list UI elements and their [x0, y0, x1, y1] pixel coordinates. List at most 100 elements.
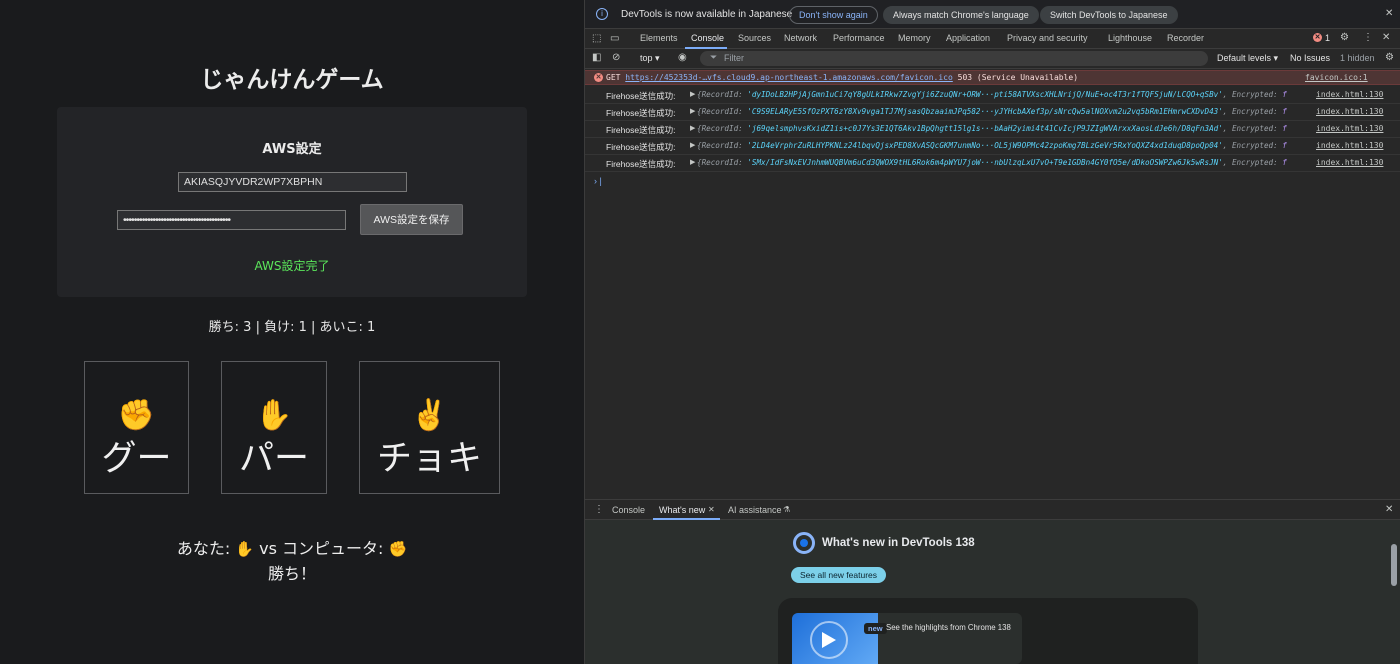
console-toolbar: ◧ ⊘ top ▾ ◉ ⏷ Filter Default levels ▾ No…: [585, 49, 1400, 69]
score-display: 勝ち: 3 | 負け: 1 | あいこ: 1: [208, 320, 376, 335]
highlight-text: See the highlights from Chrome 138: [886, 623, 1011, 632]
console-output: ✕ GET https://452353d-…vfs.cloud9.ap-nor…: [585, 69, 1400, 499]
highlights-card: new See the highlights from Chrome 138: [778, 598, 1198, 664]
log-object[interactable]: {RecordId: 'j69qelsmphvsKxidZ1is+c0J7Ys3…: [697, 124, 1287, 133]
expand-triangle-icon[interactable]: ▶: [690, 158, 695, 166]
tab-lighthouse[interactable]: Lighthouse: [1108, 33, 1152, 43]
log-label: Firehose送信成功:: [606, 159, 676, 169]
log-row: Firehose送信成功: ▶ {RecordId: 'SMx/IdFsNxEV…: [585, 155, 1400, 172]
rock-icon: ✊: [117, 398, 156, 432]
log-object[interactable]: {RecordId: 'SMx/IdFsNxEVJnhmWUQBVm6uCd3Q…: [697, 158, 1287, 167]
clear-console-icon[interactable]: ⊘: [612, 52, 620, 63]
log-label: Firehose送信成功:: [606, 91, 676, 101]
drawer-scrollbar[interactable]: [1391, 530, 1397, 664]
log-row: Firehose送信成功: ▶ {RecordId: 'dyIDoLB2HPjA…: [585, 87, 1400, 104]
log-label: Firehose送信成功:: [606, 142, 676, 152]
expand-triangle-icon[interactable]: ▶: [690, 124, 695, 132]
drawer-tab-ai-assistance[interactable]: AI assistance: [728, 505, 782, 515]
tab-sources[interactable]: Sources: [738, 33, 771, 43]
tab-privacy-security[interactable]: Privacy and security: [1007, 33, 1088, 43]
error-url[interactable]: https://452353d-…vfs.cloud9.ap-northeast…: [625, 73, 953, 82]
save-aws-settings-button[interactable]: AWS設定を保存: [360, 204, 463, 235]
filter-icon: ⏷: [710, 52, 718, 62]
log-object[interactable]: {RecordId: '2LD4eVrphrZuRLHYPKNLz24lbqvQ…: [697, 141, 1287, 150]
tab-elements[interactable]: Elements: [640, 33, 678, 43]
sidebar-toggle-icon[interactable]: ◧: [592, 52, 601, 63]
whats-new-title: What's new in DevTools 138: [822, 537, 975, 549]
expand-triangle-icon[interactable]: ▶: [690, 141, 695, 149]
paper-button[interactable]: ✋ パー: [221, 361, 327, 494]
log-source-link[interactable]: index.html:130: [1316, 107, 1383, 116]
close-drawer-icon[interactable]: ✕: [1385, 504, 1393, 515]
error-status: 503 (Service Unavailable): [957, 73, 1079, 82]
devtools-tabbar: ⬚ ▭ Elements Console Sources Network Per…: [585, 29, 1400, 49]
scissors-button[interactable]: ✌️ チョキ: [359, 361, 500, 494]
error-count-icon[interactable]: ✕: [1313, 33, 1322, 42]
error-source-link[interactable]: favicon.ico:1: [1305, 73, 1368, 82]
more-options-icon[interactable]: ⋮: [1363, 32, 1373, 43]
info-icon: i: [596, 8, 608, 20]
error-count[interactable]: 1: [1325, 33, 1330, 43]
aws-settings-heading: AWS設定: [262, 142, 322, 157]
paper-icon: ✋: [255, 398, 293, 432]
log-object[interactable]: {RecordId: 'dyIDoLB2HPjAjGmn1uCi7qY8gULk…: [697, 90, 1287, 99]
dont-show-again-button[interactable]: Don't show again: [789, 6, 878, 24]
drawer-tab-whats-new[interactable]: What's new: [659, 505, 705, 515]
computer-hand-icon: ✊: [388, 540, 408, 558]
inspect-icon[interactable]: ⬚: [592, 33, 601, 44]
close-icon[interactable]: ✕: [1385, 8, 1393, 19]
result-outcome: 勝ち！: [267, 564, 316, 583]
access-key-input[interactable]: [178, 172, 407, 192]
whats-new-panel: What's new in DevTools 138 See all new f…: [585, 520, 1400, 664]
tab-performance[interactable]: Performance: [833, 33, 885, 43]
expand-triangle-icon[interactable]: ▶: [690, 90, 695, 98]
close-devtools-icon[interactable]: ✕: [1382, 32, 1390, 43]
console-settings-icon[interactable]: ⚙: [1385, 52, 1394, 63]
tab-network[interactable]: Network: [784, 33, 817, 43]
hidden-count: 1 hidden: [1340, 53, 1375, 63]
game-page: じゃんけんゲーム AWS設定 AWS設定を保存 AWS設定完了 勝ち: 3 | …: [0, 0, 584, 664]
scrollbar-thumb[interactable]: [1391, 544, 1397, 586]
drawer-tabbar: ⋮ Console What's new ✕ AI assistance ⚗ ✕: [585, 499, 1400, 520]
tab-memory[interactable]: Memory: [898, 33, 931, 43]
see-all-features-button[interactable]: See all new features: [791, 567, 887, 583]
tab-recorder[interactable]: Recorder: [1167, 33, 1204, 43]
switch-language-button[interactable]: Switch DevTools to Japanese: [1040, 6, 1178, 24]
secret-key-input[interactable]: [117, 210, 346, 230]
flask-icon: ⚗: [783, 505, 791, 514]
eye-icon[interactable]: ◉: [678, 52, 687, 63]
error-message: GET https://452353d-…vfs.cloud9.ap-north…: [606, 73, 1078, 82]
language-infobar: i DevTools is now available in Japanese …: [585, 0, 1400, 29]
result-line: あなた: ✋ vs コンピュータ: ✊: [0, 535, 584, 559]
issues-link[interactable]: No Issues: [1290, 53, 1330, 63]
match-language-button[interactable]: Always match Chrome's language: [883, 6, 1039, 24]
result-vs: vs コンピュータ:: [259, 539, 384, 558]
gear-icon[interactable]: ⚙: [1340, 32, 1349, 43]
filter-placeholder: Filter: [724, 53, 744, 63]
log-label: Firehose送信成功:: [606, 125, 676, 135]
log-levels-dropdown[interactable]: Default levels ▾: [1217, 53, 1278, 64]
close-tab-icon[interactable]: ✕: [708, 505, 715, 514]
log-source-link[interactable]: index.html:130: [1316, 158, 1383, 167]
error-icon: ✕: [594, 73, 603, 82]
device-toolbar-icon[interactable]: ▭: [610, 33, 619, 44]
log-source-link[interactable]: index.html:130: [1316, 124, 1383, 133]
log-object[interactable]: {RecordId: 'C9S9ELARyE5SfOzPXT6zY8Xv9vga…: [697, 107, 1287, 116]
expand-triangle-icon[interactable]: ▶: [690, 107, 695, 115]
new-badge: new: [864, 623, 887, 634]
context-selector[interactable]: top ▾: [640, 53, 660, 64]
log-source-link[interactable]: index.html:130: [1316, 141, 1383, 150]
highlight-item[interactable]: new See the highlights from Chrome 138: [792, 613, 1022, 664]
drawer-tab-console[interactable]: Console: [612, 505, 645, 515]
filter-input[interactable]: ⏷ Filter: [700, 51, 1208, 66]
paper-label: パー: [238, 438, 309, 479]
log-source-link[interactable]: index.html:130: [1316, 90, 1383, 99]
drawer-menu-icon[interactable]: ⋮: [594, 504, 604, 515]
infobar-text: DevTools is now available in Japanese: [621, 9, 793, 20]
tab-application[interactable]: Application: [946, 33, 990, 43]
console-prompt-icon[interactable]: › |: [594, 176, 602, 186]
result-prefix: あなた:: [176, 539, 231, 558]
rock-button[interactable]: ✊ グー: [84, 361, 189, 494]
error-method: GET: [606, 73, 621, 82]
tab-console[interactable]: Console: [691, 33, 724, 43]
